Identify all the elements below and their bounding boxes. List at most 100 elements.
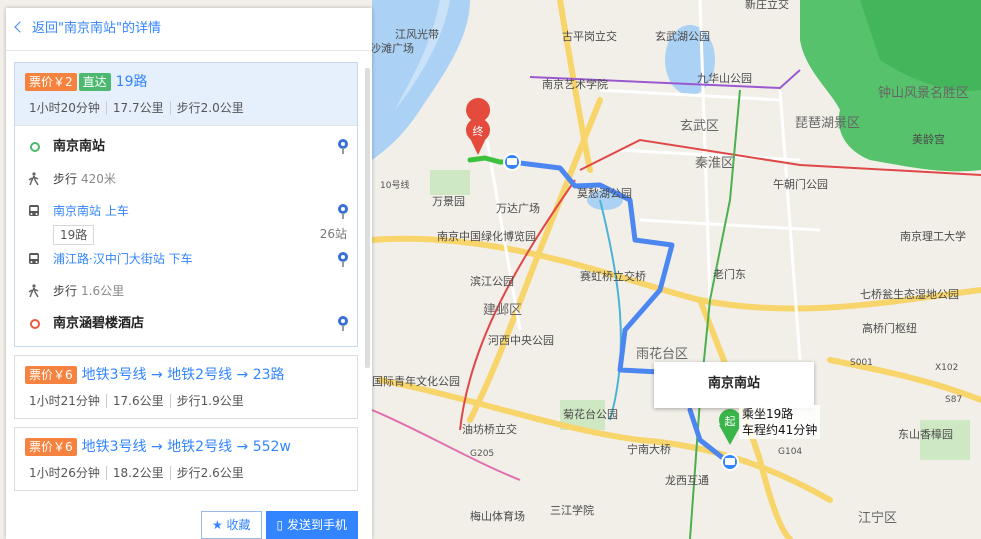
stop-count: 26站 xyxy=(319,227,347,241)
locate-pin-icon[interactable] xyxy=(337,203,349,219)
route-name: 19路 xyxy=(115,74,148,90)
route-name: 地铁3号线 → 地铁2号线 → 552w xyxy=(81,439,291,455)
locate-pin-icon[interactable] xyxy=(337,138,349,154)
route-panel: 返回"南京南站"的详情 票价￥2 直达 19路 1小时20分钟 17.7公里 步行2.0… xyxy=(6,8,372,539)
map-place-label[interactable]: 南京理工大学 xyxy=(900,229,966,243)
map-place-label[interactable]: 九华山公园 xyxy=(697,71,752,85)
map-place-label[interactable]: 秦淮区 xyxy=(695,156,734,171)
step-walk-1[interactable]: 步行 420米 xyxy=(15,170,357,188)
map-place-label[interactable]: 古平岗立交 xyxy=(562,29,617,43)
locate-pin-icon[interactable] xyxy=(337,315,349,331)
step-start-label: 南京南站 xyxy=(53,139,106,154)
step-end[interactable]: 南京涵碧楼酒店 xyxy=(15,314,357,333)
map-place-label[interactable]: 河西中央公园 xyxy=(488,334,554,347)
route-card-3[interactable]: 票价￥6 地铁3号线 → 地铁2号线 → 552w 1小时26分钟 18.2公里 步行… xyxy=(14,427,358,491)
step-alight-label[interactable]: 浦江路·汉中门大街站 下车 xyxy=(53,252,193,266)
map-place-label[interactable]: 万达广场 xyxy=(496,201,540,215)
route-walk: 步行2.6公里 xyxy=(169,466,250,480)
map-place-label[interactable]: 玄武区 xyxy=(680,119,719,134)
walk-icon xyxy=(28,172,39,186)
bus-line-badge[interactable]: 19路 xyxy=(53,225,95,245)
step-alight[interactable]: 浦江路·汉中门大街站 下车 xyxy=(15,250,357,268)
step-walk-2-label: 步行 xyxy=(53,284,78,298)
map-place-label[interactable]: 沙滩广场 xyxy=(370,41,414,55)
map-place-label[interactable]: 美龄宫 xyxy=(912,132,945,146)
map-place-label[interactable]: 钟山风景名胜区 xyxy=(878,85,969,101)
action-bar: ★ 收藏 ▯ 发送到手机 xyxy=(197,511,358,539)
map-place-label[interactable]: G104 xyxy=(778,447,802,457)
map-place-label[interactable]: 菊花台公园 xyxy=(563,407,618,421)
step-walk-2-distance: 1.6公里 xyxy=(81,284,125,298)
map-place-label[interactable]: 龙西互通 xyxy=(665,474,709,487)
route-time: 1小时20分钟 xyxy=(29,101,100,115)
map-place-label[interactable]: G205 xyxy=(470,449,494,459)
route-time: 1小时21分钟 xyxy=(29,394,100,408)
map-place-label[interactable]: X102 xyxy=(935,363,958,373)
map-place-label[interactable]: 南京艺术学院 xyxy=(542,77,608,91)
map-place-label[interactable]: 东山香樟园 xyxy=(898,427,953,441)
map-place-label[interactable]: 琵琶湖景区 xyxy=(795,116,860,131)
back-link-label: 返回"南京南站"的详情 xyxy=(32,21,161,36)
fare-badge: 票价￥6 xyxy=(25,366,77,384)
station-info-card[interactable]: 南京南站 xyxy=(654,362,814,408)
ride-annotation-line2: 车程约41分钟 xyxy=(742,423,818,437)
direct-badge: 直达 xyxy=(78,73,111,91)
fare-badge: 票价￥2 xyxy=(25,73,77,91)
map-place-label[interactable]: 宁南大桥 xyxy=(627,442,671,456)
phone-icon: ▯ xyxy=(276,518,284,532)
fare-badge: 票价￥6 xyxy=(25,438,77,456)
route-name: 地铁3号线 → 地铁2号线 → 23路 xyxy=(81,367,285,383)
map-place-label[interactable]: 江宁区 xyxy=(858,510,897,526)
route-card-header[interactable]: 票价￥6 地铁3号线 → 地铁2号线 → 552w 1小时26分钟 18.2公里 步行… xyxy=(15,428,357,490)
map-place-label[interactable]: 滨江公园 xyxy=(470,274,514,288)
step-start[interactable]: 南京南站 xyxy=(15,137,357,156)
step-walk-2[interactable]: 步行 1.6公里 xyxy=(15,282,357,300)
route-list: 票价￥2 直达 19路 1小时20分钟 17.7公里 步行2.0公里 南京南站 步行 42… xyxy=(14,62,358,499)
map-place-label[interactable]: 梅山体育场 xyxy=(470,509,525,523)
route-card-2[interactable]: 票价￥6 地铁3号线 → 地铁2号线 → 23路 1小时21分钟 17.6公里 步行1… xyxy=(14,355,358,419)
map-place-label[interactable]: 江风光带 xyxy=(395,27,439,41)
chevron-left-icon xyxy=(14,21,26,33)
route-steps: 南京南站 步行 420米 南京南站 上车 19路 26站 浦江路·汉中门大街站 … xyxy=(15,125,357,346)
map-place-label[interactable]: 赛虹桥立交桥 xyxy=(580,269,646,283)
map-place-label[interactable]: 高桥门枢纽 xyxy=(862,321,917,335)
back-link[interactable]: 返回"南京南站"的详情 xyxy=(6,8,372,51)
map-place-label[interactable]: 新庄立交 xyxy=(745,0,789,11)
map-place-label[interactable]: 老门东 xyxy=(713,267,746,281)
start-dot-icon xyxy=(30,142,40,152)
step-board-label[interactable]: 南京南站 上车 xyxy=(53,204,129,218)
map-place-label[interactable]: 雨花台区 xyxy=(636,346,688,362)
map-place-label[interactable]: 建邺区 xyxy=(483,303,522,318)
send-label: 发送到手机 xyxy=(286,518,347,532)
ride-annotation: 乘坐19路 车程约41分钟 xyxy=(739,405,821,439)
route-distance: 17.6公里 xyxy=(105,394,170,408)
map-place-label[interactable]: 玄武湖公园 xyxy=(655,29,710,43)
route-card-header[interactable]: 票价￥2 直达 19路 1小时20分钟 17.7公里 步行2.0公里 xyxy=(15,63,357,125)
map-place-label[interactable]: 万景园 xyxy=(432,195,465,208)
map-place-label[interactable]: 油坊桥立交 xyxy=(462,422,517,436)
route-time: 1小时26分钟 xyxy=(29,466,100,480)
ride-annotation-line1: 乘坐19路 xyxy=(742,407,794,421)
step-ride[interactable]: 19路 26站 xyxy=(15,225,357,245)
map-place-label[interactable]: 七桥瓮生态湿地公园 xyxy=(860,287,959,301)
bus-stop-icon[interactable] xyxy=(503,153,521,171)
send-to-phone-button[interactable]: ▯ 发送到手机 xyxy=(265,511,358,539)
map-place-label[interactable]: 午朝门公园 xyxy=(773,177,828,191)
map-place-label[interactable]: 国际青年文化公园 xyxy=(372,374,460,388)
route-card-1[interactable]: 票价￥2 直达 19路 1小时20分钟 17.7公里 步行2.0公里 南京南站 步行 42… xyxy=(14,62,358,347)
panel-scrollbar[interactable] xyxy=(365,68,370,368)
map-place-label[interactable]: 莫愁湖公园 xyxy=(577,187,632,200)
map-place-label[interactable]: S87 xyxy=(945,395,962,405)
locate-pin-icon[interactable] xyxy=(337,251,349,267)
bus-stop-icon[interactable] xyxy=(721,453,739,471)
step-walk-1-distance: 420米 xyxy=(81,172,116,186)
route-walk: 步行2.0公里 xyxy=(169,101,250,115)
route-card-header[interactable]: 票价￥6 地铁3号线 → 地铁2号线 → 23路 1小时21分钟 17.6公里 步行1… xyxy=(15,356,357,418)
map-place-label[interactable]: 南京中国绿化博览园 xyxy=(437,229,536,243)
map-place-label[interactable]: 三江学院 xyxy=(550,503,594,517)
step-board[interactable]: 南京南站 上车 xyxy=(15,202,357,220)
map-place-label[interactable]: 10号线 xyxy=(380,179,409,191)
favorite-button[interactable]: ★ 收藏 xyxy=(200,511,262,539)
map-place-label[interactable]: S001 xyxy=(850,358,873,368)
star-icon: ★ xyxy=(211,518,223,532)
